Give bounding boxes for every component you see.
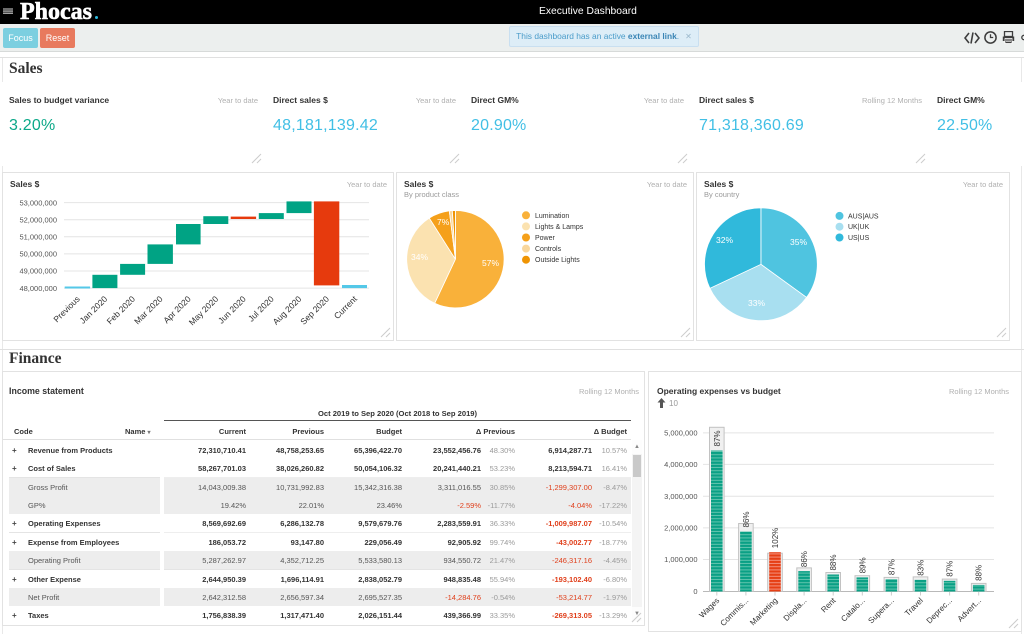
svg-text:Mar 2020: Mar 2020 [132, 294, 165, 327]
svg-text:35%: 35% [790, 237, 807, 247]
svg-text:51,000,000: 51,000,000 [19, 233, 57, 242]
svg-text:Travel: Travel [903, 596, 925, 618]
svg-text:Supera...: Supera... [866, 596, 895, 625]
svg-text:50,000,000: 50,000,000 [19, 250, 57, 259]
svg-text:5,000,000: 5,000,000 [664, 429, 697, 438]
svg-text:86%: 86% [800, 551, 809, 567]
svg-text:Rent: Rent [819, 596, 838, 615]
svg-text:Displa...: Displa... [782, 596, 809, 623]
svg-text:1,000,000: 1,000,000 [664, 555, 697, 564]
svg-text:87%: 87% [713, 430, 722, 446]
svg-text:32%: 32% [716, 235, 733, 245]
svg-text:33%: 33% [748, 298, 765, 308]
svg-text:Jun 2020: Jun 2020 [216, 294, 248, 326]
svg-text:4,000,000: 4,000,000 [664, 460, 697, 469]
svg-text:Jan 2020: Jan 2020 [78, 294, 110, 326]
svg-text:89%: 89% [858, 557, 867, 573]
svg-text:34%: 34% [411, 252, 428, 262]
svg-text:48,000,000: 48,000,000 [19, 284, 57, 293]
svg-text:49,000,000: 49,000,000 [19, 267, 57, 276]
svg-text:87%: 87% [946, 561, 955, 577]
svg-text:Catalo...: Catalo... [839, 596, 866, 623]
svg-text:87%: 87% [887, 559, 896, 575]
svg-text:57%: 57% [482, 258, 499, 268]
svg-text:Wages: Wages [697, 596, 721, 620]
svg-text:88%: 88% [975, 565, 984, 581]
svg-text:Previous: Previous [51, 294, 81, 324]
svg-text:UK|UK: UK|UK [848, 224, 870, 231]
svg-text:53,000,000: 53,000,000 [19, 198, 57, 207]
svg-text:102%: 102% [771, 528, 780, 548]
svg-text:86%: 86% [742, 511, 751, 527]
svg-text:US|US: US|US [848, 235, 870, 242]
svg-text:Marketing: Marketing [748, 596, 779, 627]
svg-text:0: 0 [693, 587, 697, 596]
svg-text:7%: 7% [437, 217, 450, 227]
svg-text:2,000,000: 2,000,000 [664, 524, 697, 533]
svg-text:Controls: Controls [535, 246, 562, 253]
svg-text:Lumination: Lumination [535, 213, 569, 220]
svg-text:Power: Power [535, 235, 556, 242]
svg-text:Outside Lights: Outside Lights [535, 257, 580, 264]
svg-text:Feb 2020: Feb 2020 [105, 294, 138, 327]
svg-text:Sep 2020: Sep 2020 [298, 294, 331, 327]
svg-text:3,000,000: 3,000,000 [664, 492, 697, 501]
svg-text:88%: 88% [829, 554, 838, 570]
svg-text:52,000,000: 52,000,000 [19, 215, 57, 224]
svg-text:Commis...: Commis... [718, 596, 750, 628]
svg-text:May 2020: May 2020 [187, 294, 221, 328]
svg-text:Lights & Lamps: Lights & Lamps [535, 224, 584, 231]
svg-text:Advert...: Advert... [956, 596, 983, 623]
svg-text:Current: Current [332, 293, 360, 321]
svg-text:AUS|AUS: AUS|AUS [848, 213, 879, 220]
svg-text:Deprec...: Deprec... [925, 596, 954, 625]
svg-text:Aug 2020: Aug 2020 [271, 294, 304, 327]
svg-text:83%: 83% [917, 560, 926, 576]
